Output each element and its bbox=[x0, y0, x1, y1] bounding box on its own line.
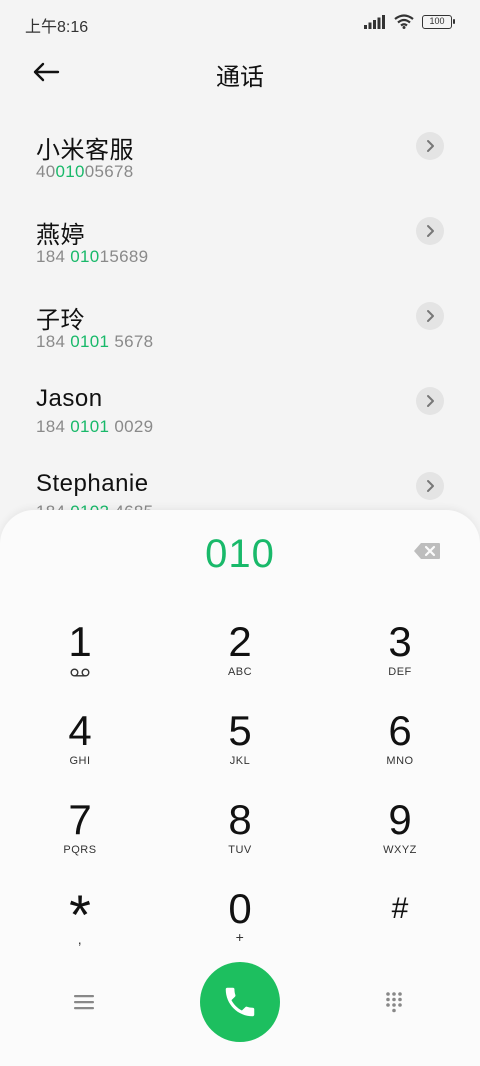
contact-item[interactable]: 子玲 184 0101 5678 bbox=[0, 290, 480, 375]
key-letters: PQRS bbox=[63, 844, 97, 856]
key-digit: # bbox=[391, 892, 409, 925]
key-digit: 4 bbox=[68, 707, 92, 754]
key-digit: 9 bbox=[388, 796, 412, 843]
contact-name: 燕婷 bbox=[36, 222, 85, 249]
keypad-grid-icon bbox=[386, 992, 402, 1013]
page-title: 通话 bbox=[216, 64, 264, 91]
dialed-number[interactable]: 010 bbox=[0, 532, 480, 577]
voicemail-icon bbox=[70, 668, 90, 677]
contact-detail-button[interactable] bbox=[416, 387, 444, 415]
key-letters: + bbox=[235, 929, 245, 945]
dialpad-panel: 010 1 2 ABC 3 DEF 4 GHI 5 JKL 6 MNO 7 PQ… bbox=[0, 510, 480, 1066]
backspace-icon bbox=[414, 543, 440, 559]
contact-number: 184 0101 5678 bbox=[36, 332, 154, 351]
header: 通话 bbox=[0, 50, 480, 94]
key-6[interactable]: 6 MNO bbox=[320, 709, 480, 798]
key-letters: WXYZ bbox=[383, 844, 417, 856]
key-digit: 5 bbox=[228, 707, 252, 754]
battery-icon: 100 bbox=[422, 14, 455, 29]
menu-button[interactable] bbox=[66, 984, 102, 1020]
key-digit: 0 bbox=[228, 885, 252, 932]
key-letters: GHI bbox=[69, 755, 91, 767]
contact-number: 184 01015689 bbox=[36, 247, 149, 266]
phone-icon bbox=[225, 987, 255, 1017]
key-9[interactable]: 9 WXYZ bbox=[320, 798, 480, 887]
key-1[interactable]: 1 bbox=[0, 620, 160, 709]
contact-item[interactable]: Jason 184 0101 0029 bbox=[0, 375, 480, 460]
key-digit: 1 bbox=[68, 618, 92, 665]
key-digit: 2 bbox=[228, 618, 252, 665]
contact-item[interactable]: 小米客服 4001005678 bbox=[0, 120, 480, 205]
status-icons: 100 bbox=[364, 14, 455, 29]
chevron-right-icon bbox=[427, 225, 434, 237]
status-time: 上午8:16 bbox=[25, 19, 89, 36]
key-letters: MNO bbox=[386, 755, 414, 767]
menu-icon bbox=[74, 995, 94, 1010]
key-digit: 6 bbox=[388, 707, 412, 754]
signal-icon bbox=[364, 14, 385, 29]
key-5[interactable]: 5 JKL bbox=[160, 709, 320, 798]
bottom-bar bbox=[0, 960, 480, 1042]
chevron-right-icon bbox=[427, 310, 434, 322]
key-7[interactable]: 7 PQRS bbox=[0, 798, 160, 887]
key-digit: 7 bbox=[68, 796, 92, 843]
key-letters: , bbox=[77, 931, 83, 947]
call-button[interactable] bbox=[200, 962, 280, 1042]
key-digit: 3 bbox=[388, 618, 412, 665]
key-letters: ABC bbox=[227, 666, 253, 678]
contact-detail-button[interactable] bbox=[416, 132, 444, 160]
chevron-right-icon bbox=[427, 395, 434, 407]
contact-detail-button[interactable] bbox=[416, 472, 444, 500]
contact-name: Jason bbox=[36, 385, 103, 412]
contact-name: Stephanie bbox=[36, 470, 149, 497]
contact-name: 小米客服 bbox=[36, 137, 134, 164]
contact-list: 小米客服 4001005678 燕婷 184 01015689 子玲 184 0… bbox=[0, 120, 480, 545]
backspace-button[interactable] bbox=[412, 540, 442, 562]
key-letters: JKL bbox=[229, 755, 251, 767]
key-digit: 8 bbox=[228, 796, 252, 843]
contact-number: 4001005678 bbox=[36, 162, 134, 181]
contact-detail-button[interactable] bbox=[416, 302, 444, 330]
contact-name: 子玲 bbox=[36, 307, 85, 334]
wifi-icon bbox=[394, 14, 414, 29]
key-8[interactable]: 8 TUV bbox=[160, 798, 320, 887]
key-3[interactable]: 3 DEF bbox=[320, 620, 480, 709]
key-2[interactable]: 2 ABC bbox=[160, 620, 320, 709]
key-4[interactable]: 4 GHI bbox=[0, 709, 160, 798]
chevron-right-icon bbox=[427, 140, 434, 152]
contact-number: 184 0101 0029 bbox=[36, 417, 154, 436]
contact-detail-button[interactable] bbox=[416, 217, 444, 245]
status-bar: 上午8:16 100 bbox=[0, 0, 480, 44]
keypad-toggle-button[interactable] bbox=[376, 984, 412, 1020]
key-digit: * bbox=[69, 883, 91, 946]
contact-item[interactable]: 燕婷 184 01015689 bbox=[0, 205, 480, 290]
key-letters: DEF bbox=[388, 666, 412, 678]
key-letters: TUV bbox=[228, 844, 252, 856]
chevron-right-icon bbox=[427, 480, 434, 492]
